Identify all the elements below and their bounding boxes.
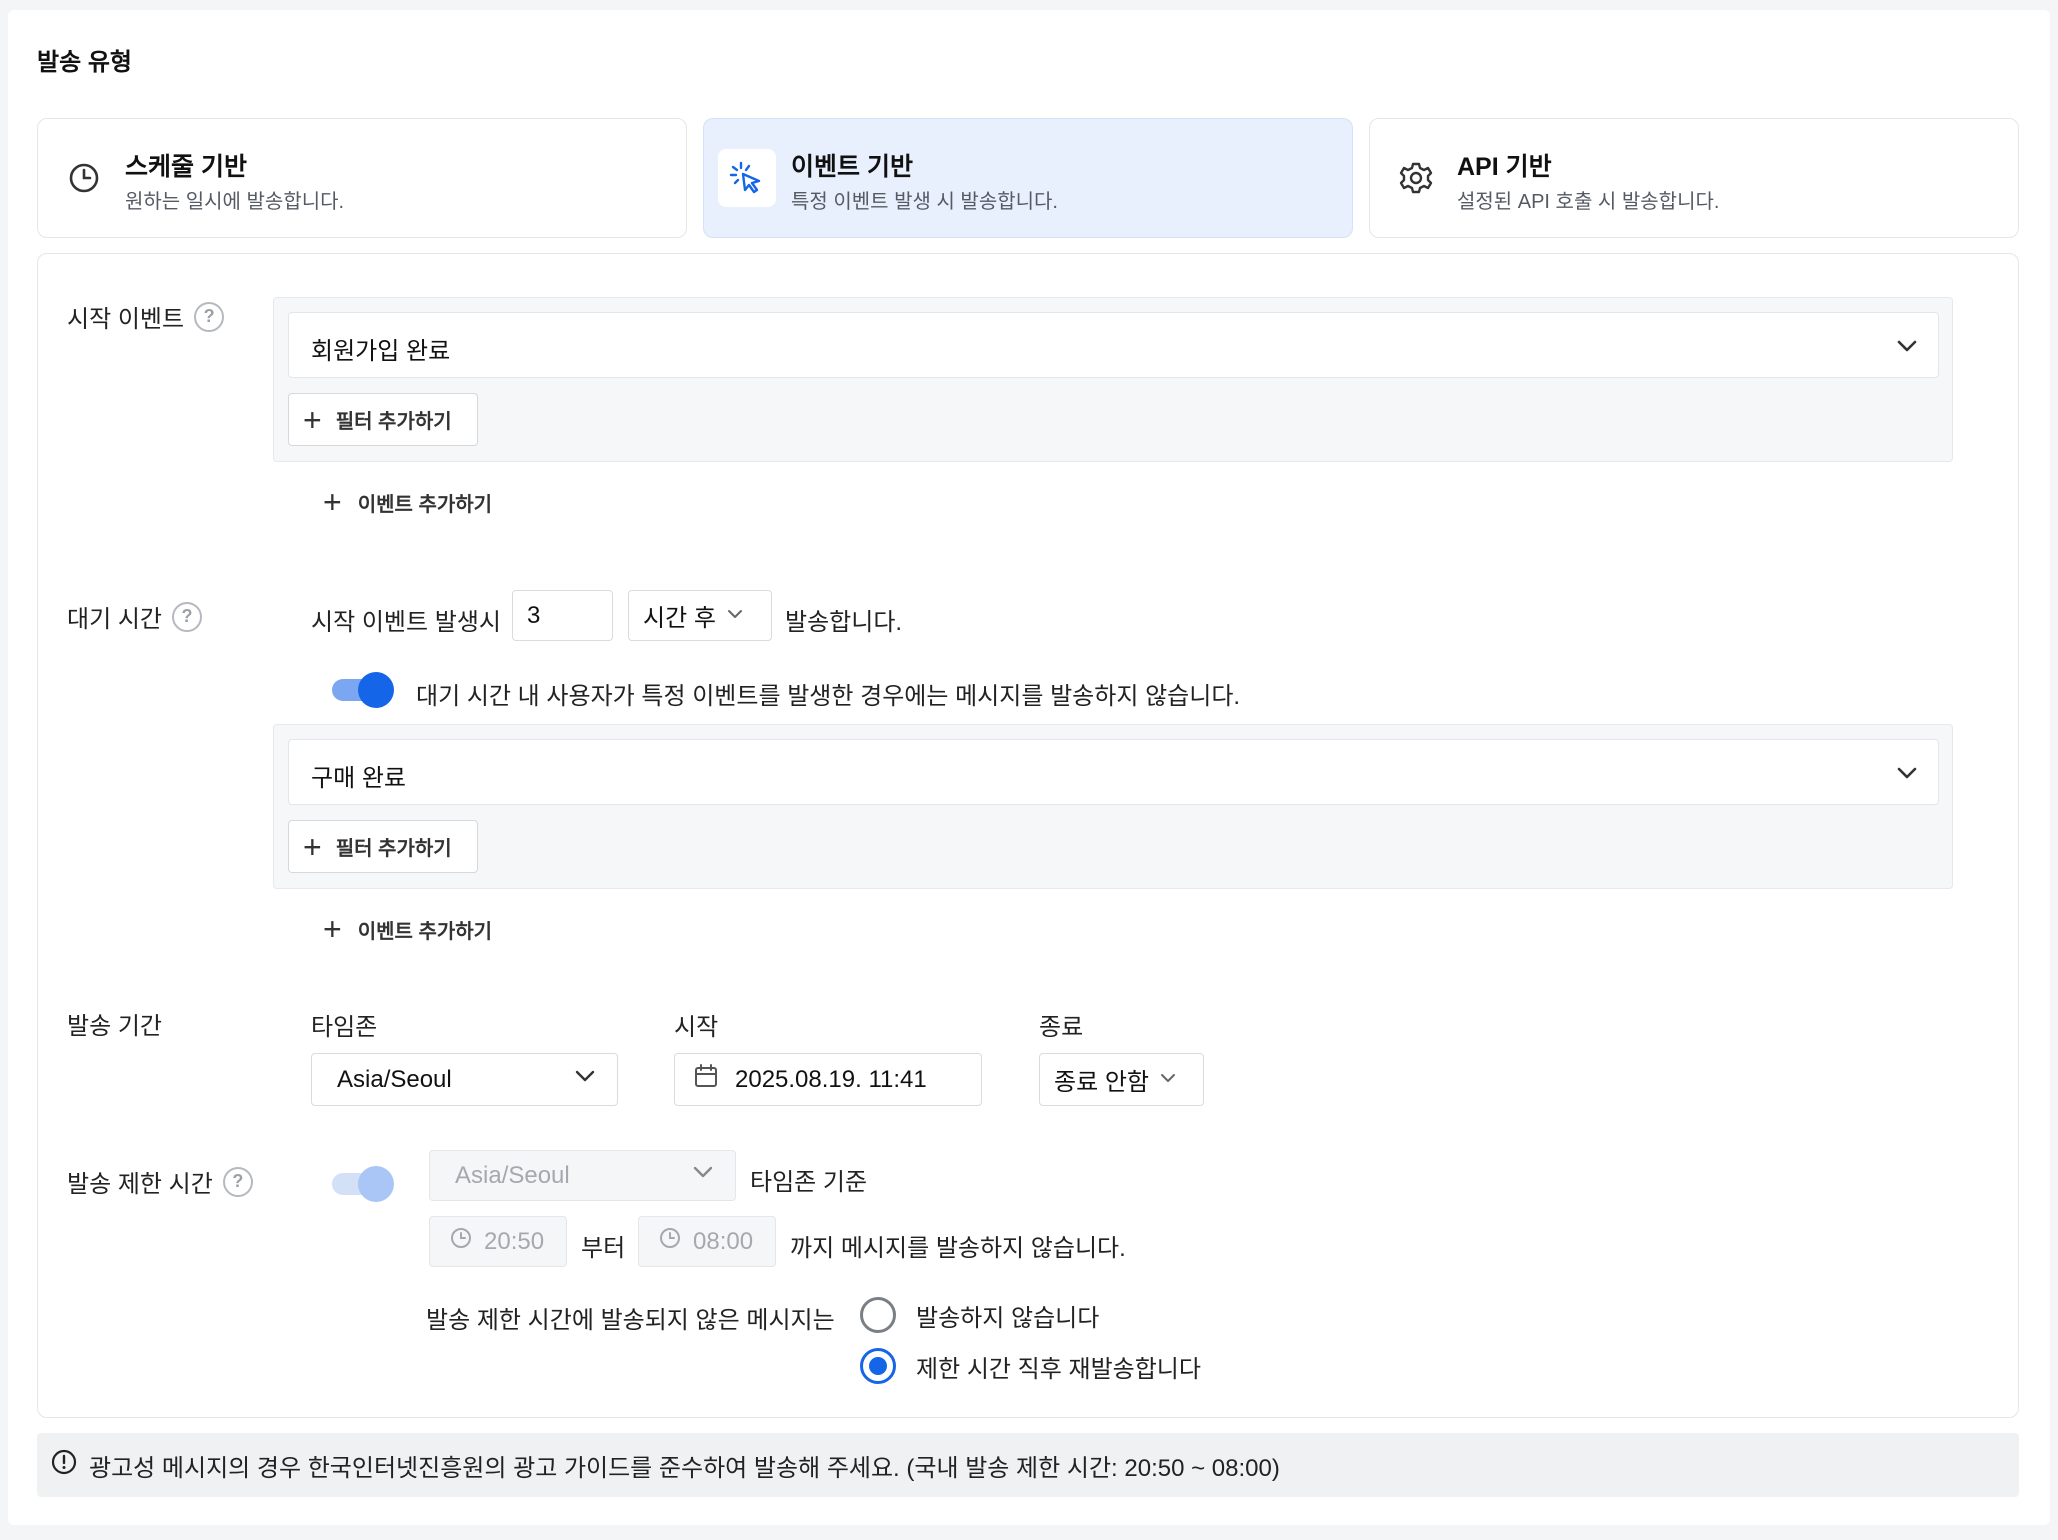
ad-guide-notice: 광고성 메시지의 경우 한국인터넷진흥원의 광고 가이드를 준수하여 발송해 주…	[37, 1433, 2019, 1497]
card-desc: 원하는 일시에 발송합니다.	[125, 191, 345, 213]
restrict-from-input[interactable]: 20:50	[429, 1216, 567, 1267]
radio-no-send[interactable]: 발송하지 않습니다	[860, 1297, 1099, 1333]
help-icon[interactable]: ?	[222, 1166, 253, 1197]
chevron-down-icon	[1894, 760, 1920, 791]
start-event-select[interactable]: 회원가입 완료	[288, 312, 1939, 378]
timezone-label: 타임존	[311, 1014, 378, 1041]
section-title: 발송 유형	[37, 49, 132, 76]
timezone-value: Asia/Seoul	[337, 1065, 452, 1093]
restrict-to-value: 08:00	[693, 1227, 754, 1255]
select-value: 회원가입 완료	[311, 338, 451, 365]
plus-icon: +	[323, 911, 342, 947]
calendar-icon	[693, 1063, 719, 1096]
start-event-group: 회원가입 완료 + 필터 추가하기	[273, 297, 1953, 462]
type-card-schedule[interactable]: 스케줄 기반 원하는 일시에 발송합니다.	[37, 118, 687, 238]
help-icon[interactable]: ?	[172, 601, 202, 632]
chevron-down-icon	[726, 602, 744, 630]
start-event-label-row: 시작 이벤트 ?	[67, 299, 225, 334]
gear-icon	[1397, 159, 1435, 197]
add-filter-button[interactable]: + 필터 추가하기	[288, 820, 478, 873]
chevron-down-icon	[573, 1064, 597, 1095]
notice-text: 광고성 메시지의 경우 한국인터넷진흥원의 광고 가이드를 준수하여 발송해 주…	[89, 1454, 1280, 1482]
chevron-down-icon	[1159, 1066, 1177, 1094]
clock-icon	[65, 159, 103, 197]
plus-icon: +	[303, 828, 322, 865]
period-label: 발송 기간	[67, 1013, 162, 1040]
unsent-label: 발송 제한 시간에 발송되지 않은 메시지는	[426, 1307, 835, 1334]
wait-label-row: 대기 시간 ?	[67, 599, 202, 634]
wait-label: 대기 시간	[67, 606, 162, 633]
restrict-label-row: 발송 제한 시간 ?	[67, 1164, 253, 1199]
wait-suffix: 발송합니다.	[785, 609, 903, 636]
clock-icon	[659, 1227, 681, 1256]
wait-unit-select[interactable]: 시간 후	[628, 590, 772, 641]
card-desc: 특정 이벤트 발생 시 발송합니다.	[791, 191, 1058, 213]
restrict-to-suffix: 까지 메시지를 발송하지 않습니다.	[790, 1235, 1126, 1262]
start-datetime-input[interactable]: 2025.08.19. 11:41	[674, 1053, 982, 1106]
select-value: 구매 완료	[311, 765, 406, 792]
help-icon[interactable]: ?	[194, 301, 225, 332]
card-title: API 기반	[1457, 153, 1552, 181]
restrict-label: 발송 제한 시간	[67, 1171, 213, 1198]
wait-amount-input[interactable]: 3	[512, 590, 613, 641]
plus-icon: +	[303, 401, 322, 438]
radio-label: 제한 시간 직후 재발송합니다	[916, 1355, 1201, 1383]
restrict-from-suffix: 부터	[581, 1235, 626, 1262]
add-filter-label: 필터 추가하기	[335, 838, 452, 860]
end-label: 종료	[1039, 1014, 1084, 1041]
wait-unit-value: 시간 후	[643, 605, 716, 632]
type-card-event[interactable]: 이벤트 기반 특정 이벤트 발생 시 발송합니다.	[703, 118, 1353, 238]
toggle-knob	[358, 672, 394, 708]
end-value: 종료 안함	[1054, 1069, 1149, 1096]
wait-amount-value: 3	[527, 601, 541, 629]
chevron-down-icon	[1894, 333, 1920, 364]
radio-label: 발송하지 않습니다	[916, 1304, 1100, 1332]
toggle-knob	[358, 1166, 394, 1202]
add-filter-label: 필터 추가하기	[335, 411, 452, 433]
add-cancel-event-button[interactable]: + 이벤트 추가하기	[323, 913, 492, 945]
radio-circle	[860, 1297, 896, 1333]
radio-dot	[869, 1357, 887, 1375]
add-event-label: 이벤트 추가하기	[357, 493, 493, 516]
restrict-toggle[interactable]	[332, 1166, 396, 1202]
radio-circle	[860, 1348, 896, 1384]
start-datetime-value: 2025.08.19. 11:41	[735, 1065, 927, 1093]
restrict-from-value: 20:50	[484, 1227, 545, 1255]
plus-icon: +	[323, 484, 342, 520]
start-event-label: 시작 이벤트	[67, 306, 185, 333]
wait-cancel-toggle[interactable]	[332, 672, 396, 708]
restrict-timezone-select[interactable]: Asia/Seoul	[429, 1150, 736, 1201]
wait-prefix: 시작 이벤트 발생시	[311, 609, 501, 636]
card-desc: 설정된 API 호출 시 발송합니다.	[1457, 191, 1720, 213]
restrict-timezone-suffix: 타임존 기준	[750, 1169, 868, 1196]
chevron-down-icon	[691, 1160, 715, 1191]
cancel-event-group: 구매 완료 + 필터 추가하기	[273, 724, 1953, 889]
timezone-select[interactable]: Asia/Seoul	[311, 1053, 618, 1106]
clock-icon	[450, 1227, 472, 1256]
type-card-api[interactable]: API 기반 설정된 API 호출 시 발송합니다.	[1369, 118, 2019, 238]
card-title: 스케줄 기반	[125, 153, 247, 181]
cursor-click-icon	[718, 149, 776, 207]
card-title: 이벤트 기반	[791, 153, 913, 181]
wait-toggle-text: 대기 시간 내 사용자가 특정 이벤트를 발생한 경우에는 메시지를 발송하지 …	[416, 683, 1241, 710]
cancel-event-select[interactable]: 구매 완료	[288, 739, 1939, 805]
restrict-to-input[interactable]: 08:00	[638, 1216, 776, 1267]
restrict-timezone-value: Asia/Seoul	[455, 1161, 570, 1189]
end-select[interactable]: 종료 안함	[1039, 1053, 1204, 1106]
add-event-label: 이벤트 추가하기	[357, 920, 493, 943]
start-label: 시작	[674, 1014, 719, 1041]
radio-resend[interactable]: 제한 시간 직후 재발송합니다	[860, 1348, 1201, 1384]
alert-circle-icon	[51, 1449, 77, 1482]
add-start-event-button[interactable]: + 이벤트 추가하기	[323, 486, 492, 518]
add-filter-button[interactable]: + 필터 추가하기	[288, 393, 478, 446]
